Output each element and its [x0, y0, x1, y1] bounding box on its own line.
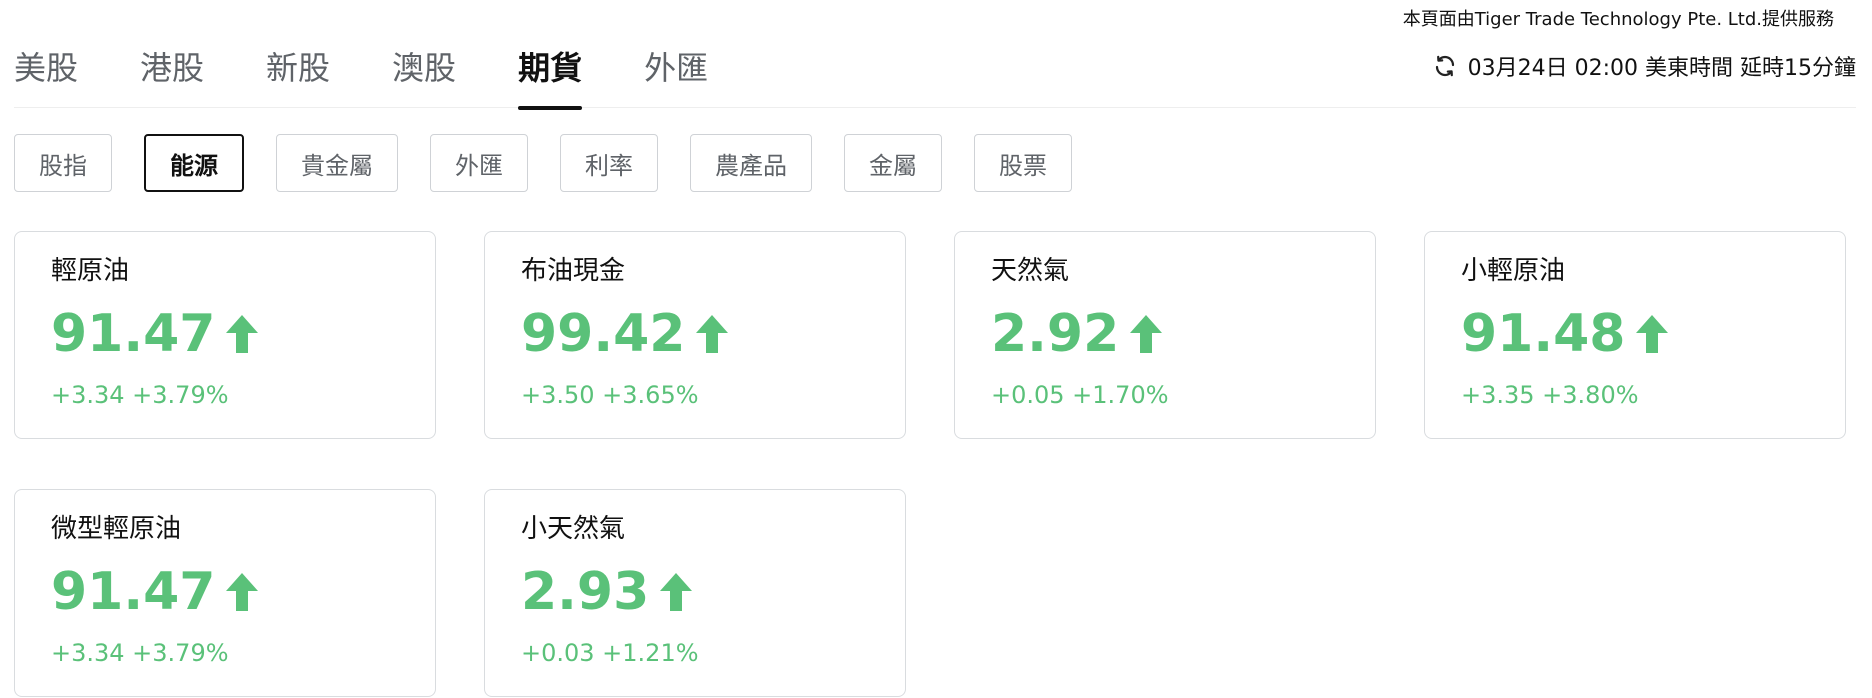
card-price-row: 91.48: [1461, 306, 1809, 362]
card-change: +3.34 +3.79%: [51, 381, 229, 409]
card-name: 微型輕原油: [51, 514, 182, 544]
card-price: 2.93: [521, 562, 650, 622]
card-price: 99.42: [521, 304, 686, 364]
futures-card-grid: 輕原油 91.47 +3.34 +3.79% 布油現金 99.42 +3.50 …: [14, 231, 1846, 697]
card-name: 小輕原油: [1461, 256, 1566, 286]
futures-card[interactable]: 微型輕原油 91.47 +3.34 +3.79%: [14, 489, 436, 697]
futures-card[interactable]: 小天然氣 2.93 +0.03 +1.21%: [484, 489, 906, 697]
card-price-row: 2.93: [521, 564, 869, 620]
market-tab-bar: 美股 港股 新股 澳股 期貨 外匯 03月24日 02:00 美東時間 延時15…: [14, 36, 1856, 110]
chip-indices[interactable]: 股指: [14, 134, 112, 192]
futures-card[interactable]: 小輕原油 91.48 +3.35 +3.80%: [1424, 231, 1846, 439]
card-change: +0.05 +1.70%: [991, 381, 1169, 409]
tab-forex[interactable]: 外匯: [644, 36, 708, 108]
arrow-up-icon: [1635, 313, 1669, 355]
card-price: 91.47: [51, 304, 216, 364]
card-price: 91.48: [1461, 304, 1626, 364]
arrow-up-icon: [1129, 313, 1163, 355]
futures-page: 本頁面由Tiger Trade Technology Pte. Ltd.提供服務…: [0, 0, 1872, 698]
chip-interest-rates[interactable]: 利率: [560, 134, 658, 192]
futures-card[interactable]: 輕原油 91.47 +3.34 +3.79%: [14, 231, 436, 439]
card-name: 布油現金: [521, 256, 626, 286]
futures-card[interactable]: 布油現金 99.42 +3.50 +3.65%: [484, 231, 906, 439]
provider-notice: 本頁面由Tiger Trade Technology Pte. Ltd.提供服務: [1402, 9, 1834, 30]
chip-forex[interactable]: 外匯: [430, 134, 528, 192]
card-price-row: 91.47: [51, 564, 399, 620]
arrow-up-icon: [695, 313, 729, 355]
delay-time-text: 03月24日 02:00 美東時間 延時15分鐘: [1467, 56, 1856, 81]
chip-precious-metals[interactable]: 貴金屬: [276, 134, 398, 192]
tab-ipo[interactable]: 新股: [266, 36, 330, 108]
tab-futures[interactable]: 期貨: [518, 36, 583, 110]
card-price-row: 99.42: [521, 306, 869, 362]
tab-hk-stocks[interactable]: 港股: [140, 36, 204, 108]
card-change: +3.50 +3.65%: [521, 381, 699, 409]
tab-us-stocks[interactable]: 美股: [14, 36, 78, 108]
chip-stocks[interactable]: 股票: [974, 134, 1072, 192]
chip-energy[interactable]: 能源: [144, 134, 244, 192]
card-price: 2.92: [991, 304, 1120, 364]
futures-card[interactable]: 天然氣 2.92 +0.05 +1.70%: [954, 231, 1376, 439]
card-name: 天然氣: [991, 256, 1070, 286]
tab-au-stocks[interactable]: 澳股: [392, 36, 456, 108]
arrow-up-icon: [659, 571, 693, 613]
refresh-icon[interactable]: [1432, 53, 1458, 79]
market-status: 03月24日 02:00 美東時間 延時15分鐘: [1432, 50, 1856, 82]
card-name: 輕原油: [51, 256, 130, 286]
card-change: +3.34 +3.79%: [51, 639, 229, 667]
chip-agriculture[interactable]: 農產品: [690, 134, 812, 192]
chip-metals[interactable]: 金屬: [844, 134, 942, 192]
card-price-row: 2.92: [991, 306, 1339, 362]
card-change: +3.35 +3.80%: [1461, 381, 1639, 409]
arrow-up-icon: [225, 313, 259, 355]
arrow-up-icon: [225, 571, 259, 613]
card-change: +0.03 +1.21%: [521, 639, 699, 667]
card-price: 91.47: [51, 562, 216, 622]
card-price-row: 91.47: [51, 306, 399, 362]
category-chips: 股指 能源 貴金屬 外匯 利率 農產品 金屬 股票: [14, 134, 1072, 192]
card-name: 小天然氣: [521, 514, 626, 544]
